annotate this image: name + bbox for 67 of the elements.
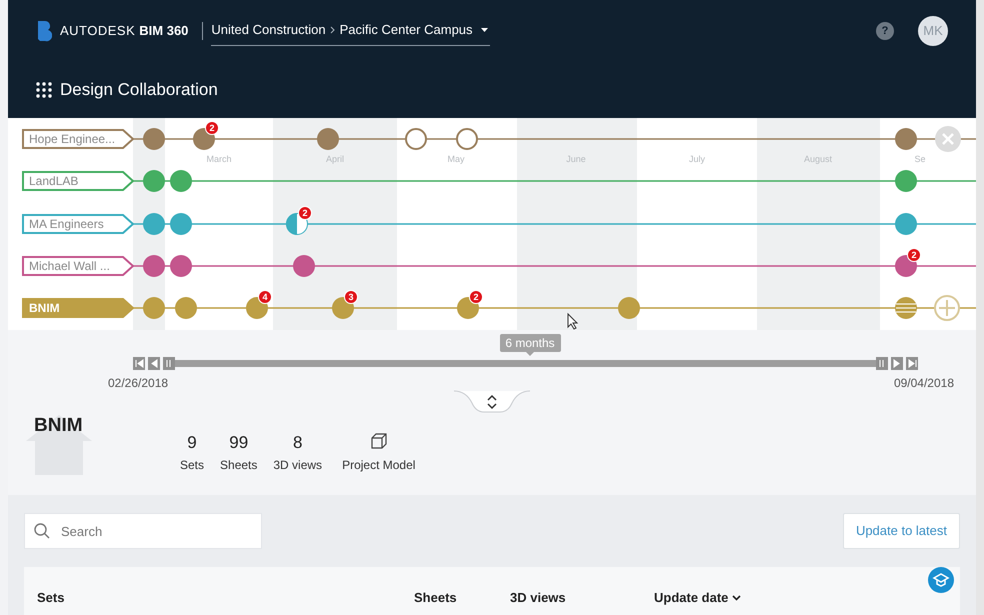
stat-label: Sets: [180, 456, 204, 474]
version-marker[interactable]: [895, 128, 917, 150]
range-start-handle[interactable]: [163, 357, 175, 370]
stat-value: 8: [292, 432, 302, 454]
expand-handle[interactable]: [454, 390, 530, 414]
stat-value: 99: [229, 432, 248, 454]
app-grid-icon[interactable]: [36, 82, 52, 98]
month-label: July: [689, 154, 705, 164]
start-date: 02/26/2018: [108, 376, 168, 390]
version-marker[interactable]: [143, 297, 165, 319]
stat-label: 3D views: [273, 456, 322, 474]
version-marker[interactable]: [405, 128, 427, 150]
product-name: BIM 360: [139, 22, 188, 40]
column-header[interactable]: 3D views: [510, 588, 566, 608]
month-label: March: [206, 154, 232, 164]
cube-icon[interactable]: [370, 432, 388, 450]
stat-value: 9: [187, 432, 197, 454]
help-button[interactable]: ?: [876, 22, 894, 40]
version-marker[interactable]: [175, 297, 197, 319]
team-tag[interactable]: LandLAB: [22, 171, 134, 191]
version-marker[interactable]: [143, 128, 165, 150]
column-header[interactable]: Sheets: [414, 588, 457, 608]
team-tag[interactable]: BNIM: [22, 298, 134, 318]
model-link[interactable]: Project Model: [342, 456, 416, 474]
version-marker[interactable]: [143, 170, 165, 192]
column-header[interactable]: Sets: [37, 588, 64, 608]
package-name: BNIM: [34, 414, 83, 438]
column-header[interactable]: Update date: [654, 588, 742, 608]
version-marker[interactable]: [143, 255, 165, 277]
next-button[interactable]: [891, 357, 903, 370]
range-tooltip: 6 months: [500, 334, 561, 356]
version-marker[interactable]: [170, 170, 192, 192]
breadcrumb-link[interactable]: United Construction: [211, 20, 326, 40]
end-date: 09/04/2018: [894, 376, 954, 390]
team-tag[interactable]: Hope Enginee...: [22, 129, 134, 149]
brand-name: AUTODESK: [60, 22, 136, 40]
caret-icon[interactable]: [480, 28, 488, 32]
version-marker[interactable]: [170, 213, 192, 235]
team-tag[interactable]: MA Engineers: [22, 214, 134, 234]
version-marker[interactable]: [895, 170, 917, 192]
version-marker[interactable]: [170, 255, 192, 277]
last-button[interactable]: [906, 357, 918, 370]
previous-button[interactable]: [148, 357, 160, 370]
range-track[interactable]: [175, 360, 876, 367]
stat-label: Sheets: [220, 456, 258, 474]
month-label: Se: [914, 154, 926, 164]
chevron-icon: [330, 26, 336, 34]
version-marker[interactable]: [895, 297, 917, 319]
team-tag[interactable]: Michael Wall ...: [22, 256, 134, 276]
sort-caret-icon[interactable]: [732, 594, 742, 601]
month-label: May: [448, 154, 464, 164]
module-title: Design Collaboration: [60, 79, 218, 102]
range-end-handle[interactable]: [876, 357, 888, 370]
scrollbar[interactable]: [976, 0, 984, 615]
search-field[interactable]: Search: [24, 513, 262, 549]
version-marker[interactable]: [456, 128, 478, 150]
first-button[interactable]: [133, 357, 145, 370]
update-button[interactable]: Update to latest: [842, 513, 960, 549]
version-marker[interactable]: [895, 213, 917, 235]
logo-icon: [36, 20, 52, 42]
learning-icon[interactable]: [928, 567, 954, 593]
breadcrumb-link[interactable]: Pacific Center Campus: [340, 20, 473, 40]
version-marker[interactable]: [293, 255, 315, 277]
version-marker[interactable]: [618, 297, 640, 319]
version-marker[interactable]: [317, 128, 339, 150]
version-marker[interactable]: [143, 213, 165, 235]
add-icon[interactable]: [934, 295, 960, 321]
